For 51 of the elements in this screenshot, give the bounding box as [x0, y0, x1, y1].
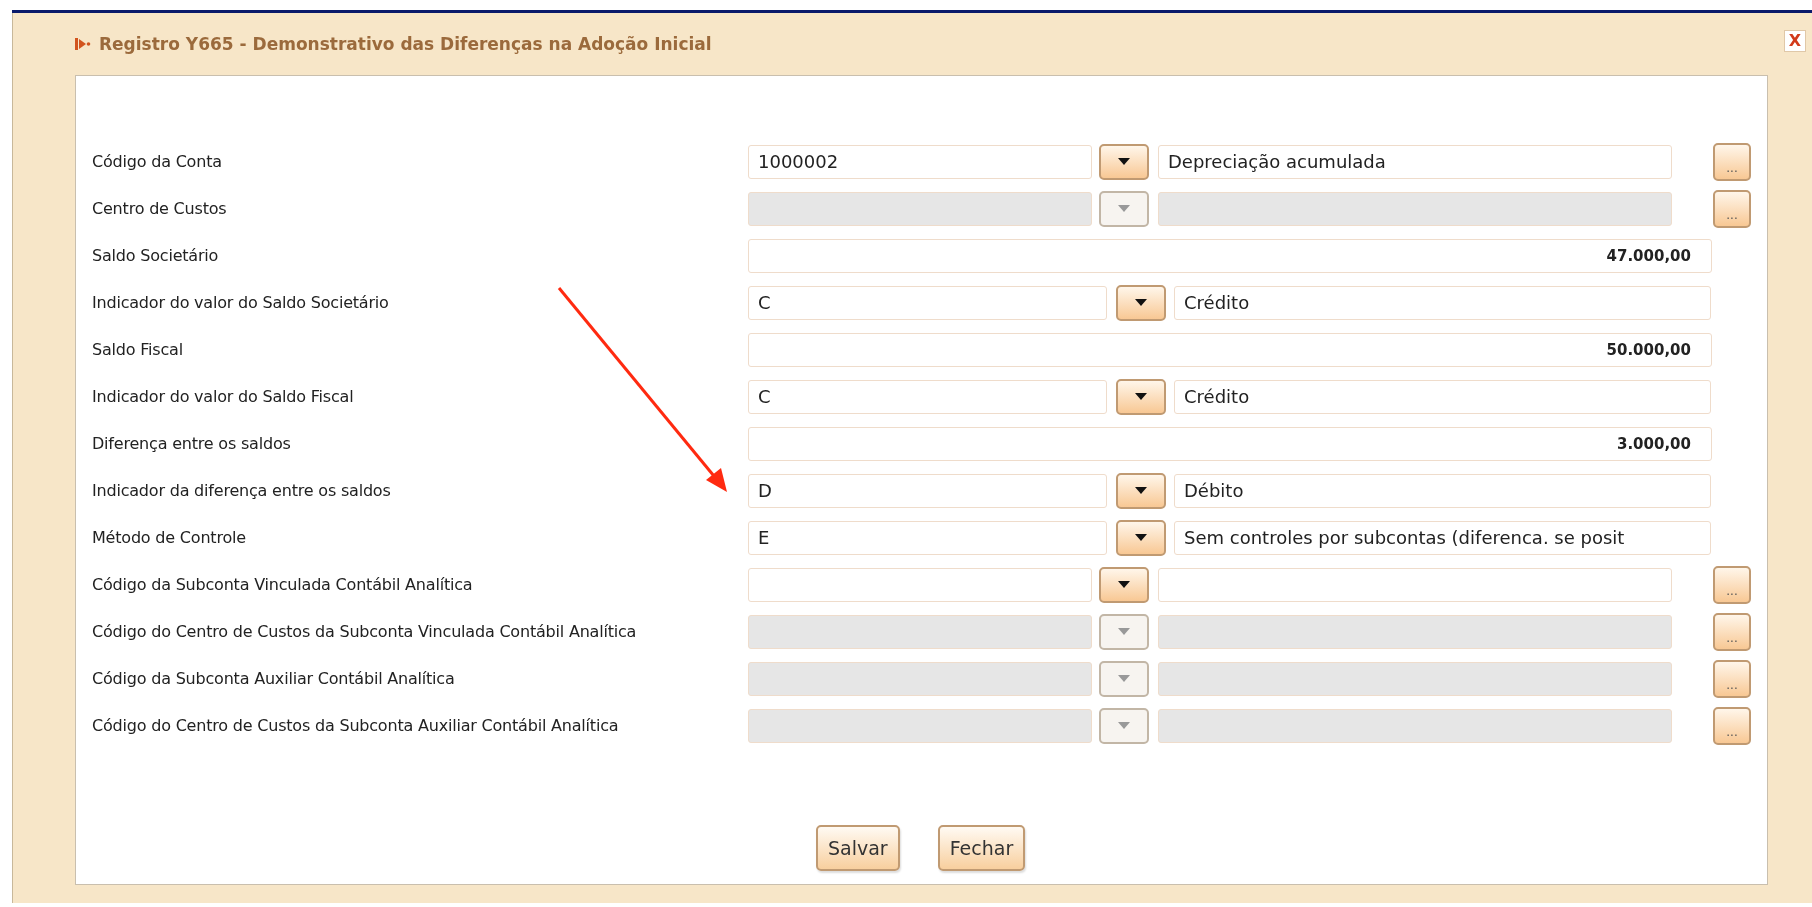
field-label: Indicador da diferença entre os saldos	[92, 481, 392, 500]
description-field[interactable]: Crédito	[1174, 379, 1711, 414]
caret-icon	[1135, 299, 1147, 306]
description-field[interactable]: Depreciação acumulada	[1158, 144, 1672, 179]
code-field[interactable]: E	[748, 520, 1107, 555]
caret-icon	[1118, 628, 1130, 635]
caret-icon	[1118, 158, 1130, 165]
field-label: Código da Subconta Vinculada Contábil Analítica	[92, 575, 474, 594]
field-label: Código da Conta	[92, 152, 223, 171]
description-field[interactable]: Crédito	[1174, 285, 1711, 320]
description-field[interactable]: Sem controles por subcontas (diferenca. se posit	[1174, 520, 1711, 555]
description-field[interactable]: Débito	[1174, 473, 1711, 508]
window-title: Registro Y665 - Demonstrativo das Diferenças na Adoção Inicial	[99, 34, 713, 54]
amount-field[interactable]: 3.000,00	[748, 426, 1712, 461]
caret-icon	[1118, 722, 1130, 729]
dropdown-button[interactable]	[1116, 472, 1166, 509]
dropdown-button[interactable]	[1116, 284, 1166, 321]
code-field[interactable]: C	[748, 285, 1107, 320]
field-label: Diferença entre os saldos	[92, 434, 292, 453]
browse-button[interactable]: ...	[1713, 142, 1751, 181]
field-label: Código do Centro de Custos da Subconta Vinculada Contábil Analítica	[92, 622, 638, 641]
caret-icon	[1118, 675, 1130, 682]
field-label: Centro de Custos	[92, 199, 228, 218]
code-field[interactable]: 1000002	[748, 144, 1092, 179]
dropdown-button[interactable]	[1116, 378, 1166, 415]
code-field[interactable]	[748, 567, 1092, 602]
code-field[interactable]: C	[748, 379, 1107, 414]
field-label: Código do Centro de Custos da Subconta Auxiliar Contábil Analítica	[92, 716, 620, 735]
dropdown-button[interactable]	[1099, 566, 1149, 603]
field-label: Saldo Fiscal	[92, 340, 184, 359]
caret-icon	[1118, 581, 1130, 588]
field-label: Indicador do valor do Saldo Societário	[92, 293, 390, 312]
dropdown-button[interactable]	[1099, 143, 1149, 180]
action-button[interactable]: Fechar	[937, 825, 1026, 871]
field-label: Indicador do valor do Saldo Fiscal	[92, 387, 355, 406]
description-field[interactable]	[1158, 567, 1672, 602]
caret-icon	[1135, 534, 1147, 541]
field-label: Método de Controle	[92, 528, 247, 547]
field-label: Código da Subconta Auxiliar Contábil Analítica	[92, 669, 456, 688]
caret-icon	[1135, 393, 1147, 400]
caret-icon	[1118, 205, 1130, 212]
code-field[interactable]: D	[748, 473, 1107, 508]
action-button[interactable]: Salvar	[816, 825, 900, 871]
field-label: Saldo Societário	[92, 246, 220, 265]
browse-button[interactable]: ...	[1713, 565, 1751, 604]
amount-field[interactable]: 50.000,00	[748, 332, 1712, 367]
dropdown-button[interactable]	[1116, 519, 1166, 556]
caret-icon	[1135, 487, 1147, 494]
flag-icon	[75, 38, 91, 50]
amount-field[interactable]: 47.000,00	[748, 238, 1712, 273]
close-button[interactable]: X	[1783, 30, 1806, 52]
